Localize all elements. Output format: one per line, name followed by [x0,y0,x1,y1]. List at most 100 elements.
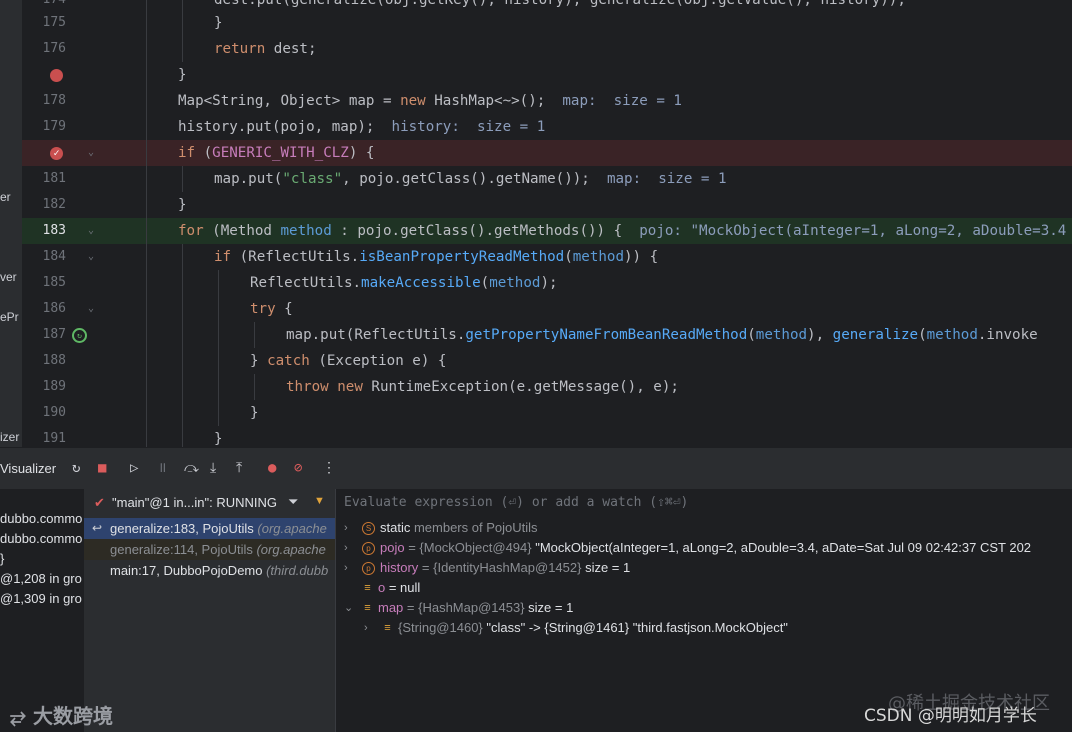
dropdown-arrow-icon[interactable]: ▼ [314,495,325,507]
step-over-icon[interactable]: ⤼ [184,459,199,477]
code-line[interactable]: 178 Map<String, Object> map = new HashMap… [22,88,1072,114]
indent-guide [218,374,219,400]
chevron-right-icon[interactable]: › [364,618,368,638]
code-line[interactable]: 186 ⌄ try { [22,296,1072,322]
line-number[interactable]: 183 [22,218,66,244]
code-editor[interactable]: er ver ePr izer 174dest.put(generalize(o… [0,0,1072,447]
debug-tab-title[interactable]: Visualizer [0,461,56,476]
line-number[interactable]: 185 [22,270,66,296]
frame-text: generalize:183, PojoUtils [110,521,258,536]
indent-guide [182,270,183,296]
code-text[interactable]: } [250,400,259,426]
code-text[interactable]: try { [250,296,293,322]
fold-icon[interactable]: ⌄ [88,304,94,314]
code-text[interactable]: return dest; [214,36,317,62]
code-text[interactable]: } catch (Exception e) { [250,348,446,374]
code-line[interactable]: 185 ReflectUtils.makeAccessible(method); [22,270,1072,296]
line-number[interactable]: 191 [22,426,66,447]
indent-guide [146,270,147,296]
rerun-icon[interactable]: ↻ [72,459,80,477]
view-breakpoints-icon[interactable]: ● [268,459,276,477]
code-line[interactable]: ✓ ⌄ if (GENERIC_WITH_CLZ) { [22,140,1072,166]
line-number[interactable]: 181 [22,166,66,192]
code-line[interactable]: 176 return dest; [22,36,1072,62]
step-into-icon[interactable]: ⤓ [210,459,216,477]
thread-selector[interactable]: ✔ "main"@1 in...in": RUNNING ⏷ ▼ [84,489,335,517]
code-token: } [214,15,223,31]
line-number[interactable]: 178 [22,88,66,114]
line-number[interactable]: 190 [22,400,66,426]
code-text[interactable]: } [178,192,187,218]
line-number[interactable]: 186 [22,296,66,322]
indent-guide [182,296,183,322]
frame-item[interactable]: generalize:114, PojoUtils (org.apache [84,539,335,560]
variable-row[interactable]: › ≡ {String@1460} "class" -> {String@1461}… [336,618,1072,638]
frame-item[interactable]: main:17, DubboPojoDemo (third.dubb [84,560,335,581]
code-line[interactable]: 190} [22,400,1072,426]
code-text[interactable]: } [214,10,223,36]
step-target-icon[interactable]: ↻ [72,328,87,343]
step-out-icon[interactable]: ⤒ [236,459,242,477]
code-line[interactable]: 181 map.put("class", pojo.getClass().getN… [22,166,1072,192]
variable-row[interactable]: › p pojo = {MockObject@494} "MockObject(aI… [336,538,1072,558]
code-line[interactable]: } [22,62,1072,88]
variable-row[interactable]: › Sstatic members of PojoUtils [336,518,1072,538]
fold-icon[interactable]: ⌄ [88,252,94,262]
mute-breakpoints-icon[interactable]: ⊘ [294,459,302,477]
resume-icon[interactable]: ▷ [130,459,138,477]
line-number[interactable]: 176 [22,36,66,62]
indent-guide [146,296,147,322]
code-text[interactable]: } [178,62,187,88]
variable-row[interactable]: ≡ o = null [336,578,1072,598]
code-line[interactable]: 184 ⌄ if (ReflectUtils.isBeanPropertyReadM… [22,244,1072,270]
pause-icon[interactable]: ॥ [158,459,166,477]
code-line[interactable]: 182} [22,192,1072,218]
variable-row[interactable]: › p history = {IdentityHashMap@1452} size … [336,558,1072,578]
line-number[interactable]: 188 [22,348,66,374]
inline-debug-value: history: size = 1 [374,119,546,135]
stop-icon[interactable]: ■ [98,459,106,477]
line-number[interactable]: 187 [22,322,66,348]
code-text[interactable]: history.put(pojo, map); history: size = … [178,114,545,140]
code-token: GENERIC_WITH_CLZ [212,145,349,161]
chevron-down-icon[interactable]: ⌄ [344,598,353,618]
code-line[interactable]: 175} [22,10,1072,36]
code-line[interactable]: 188 } catch (Exception e) { [22,348,1072,374]
code-line[interactable]: 187 ↻ map.put(ReflectUtils.getPropertyName… [22,322,1072,348]
fold-icon[interactable]: ⌄ [88,226,94,236]
code-line[interactable]: 191} [22,426,1072,447]
line-number[interactable]: 182 [22,192,66,218]
line-number[interactable]: 175 [22,10,66,36]
more-icon[interactable]: ⋮ [322,459,336,477]
chevron-right-icon[interactable]: › [344,538,348,558]
line-number[interactable]: 189 [22,374,66,400]
code-text[interactable]: for (Method method : pojo.getClass().get… [178,218,1066,244]
code-text[interactable]: throw new RuntimeException(e.getMessage(… [286,374,679,400]
code-text[interactable]: map.put("class", pojo.getClass().getName… [214,166,727,192]
line-number[interactable]: 179 [22,114,66,140]
code-text[interactable]: ReflectUtils.makeAccessible(method); [250,270,558,296]
code-line[interactable]: 183 ⌄ for (Method method : pojo.getClass()… [22,218,1072,244]
frame-package: (third.dubb [266,563,329,578]
filter-icon[interactable]: ⏷ [288,494,298,510]
code-token: } [214,431,223,447]
code-text[interactable]: map.put(ReflectUtils.getPropertyNameFrom… [286,322,1038,348]
line-number[interactable]: 184 [22,244,66,270]
code-text[interactable]: Map<String, Object> map = new HashMap<~>… [178,88,682,114]
chevron-right-icon[interactable]: › [344,558,348,578]
fold-icon[interactable]: ⌄ [88,148,94,158]
breakpoint-hit-icon[interactable]: ✓ [50,147,63,160]
code-token: )) { [624,249,659,265]
variable-row[interactable]: ⌄ ≡ map = {HashMap@1453} size = 1 [336,598,1072,618]
code-token: .invoke [977,327,1038,343]
code-line[interactable]: 189 throw new RuntimeException(e.getMessa… [22,374,1072,400]
code-text[interactable]: if (GENERIC_WITH_CLZ) { [178,140,374,166]
chevron-right-icon[interactable]: › [344,518,348,538]
evaluate-expression-input[interactable]: Evaluate expression (⏎) or add a watch (… [344,495,688,510]
code-text[interactable]: if (ReflectUtils.isBeanPropertyReadMetho… [214,244,658,270]
code-text[interactable]: } [214,426,223,447]
indent-guide [146,62,147,88]
frame-item[interactable]: ↩ generalize:183, PojoUtils (org.apache [84,518,335,539]
code-line[interactable]: 179 history.put(pojo, map); history: size… [22,114,1072,140]
breakpoint-icon[interactable] [50,69,63,82]
